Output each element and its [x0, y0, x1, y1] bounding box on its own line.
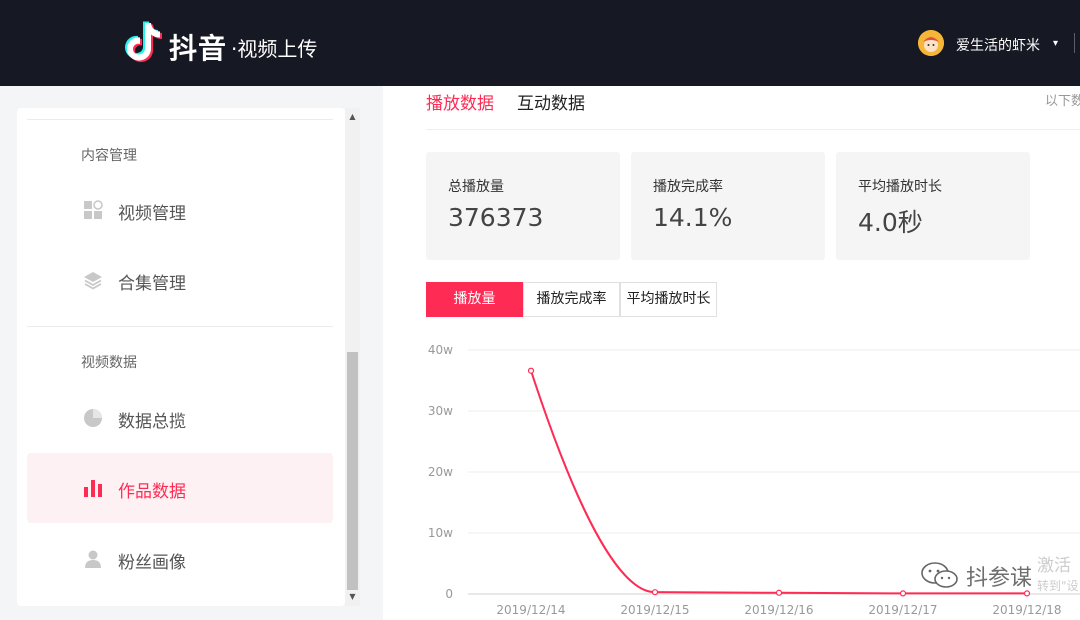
sidebar: 内容管理 视频管理 合集管理 视频数据 数据总揽 作品数据 粉丝画像 [17, 108, 345, 606]
sidebar-item-label: 数据总揽 [118, 412, 186, 432]
x-tick-label: 2019/12/16 [744, 603, 813, 617]
tab-divider [426, 129, 1080, 130]
stat-value: 4.0秒 [858, 208, 923, 237]
top-header: 抖音 ·视频上传 爱生活的虾米 ▾ [0, 0, 1080, 86]
stat-card-total-plays: 总播放量 376373 [426, 152, 620, 260]
stat-label: 总播放量 [448, 179, 504, 195]
windows-activate-subtext: 转到"设 [1037, 579, 1079, 593]
sidebar-item-label: 视频管理 [118, 204, 186, 224]
sidebar-item-label: 合集管理 [118, 274, 186, 294]
x-tick-label: 2019/12/14 [496, 603, 565, 617]
segment-avg-play-time[interactable]: 平均播放时长 [620, 282, 717, 317]
sidebar-divider [27, 326, 333, 327]
user-avatar[interactable] [918, 30, 944, 56]
x-tick-label: 2019/12/15 [620, 603, 689, 617]
brand-name: 抖音 [169, 32, 228, 65]
sidebar-item-collection-manage[interactable]: 合集管理 [27, 245, 333, 315]
sidebar-item-works-data[interactable]: 作品数据 [27, 453, 333, 523]
sidebar-item-video-manage[interactable]: 视频管理 [27, 175, 333, 245]
y-tick-label: 0 [445, 587, 453, 601]
stat-label: 平均播放时长 [858, 179, 942, 195]
data-point[interactable] [775, 589, 783, 596]
pie-chart-icon [84, 409, 102, 427]
scroll-up-arrow-icon[interactable]: ▲ [345, 110, 360, 124]
y-tick-label: 10w [428, 526, 453, 540]
brand-subtitle: ·视频上传 [231, 37, 318, 61]
wechat-logo-icon [921, 562, 958, 588]
x-tick-label: 2019/12/18 [992, 603, 1061, 617]
header-divider [1074, 33, 1075, 53]
sidebar-divider [27, 119, 333, 120]
avatar-face-icon [918, 30, 944, 56]
segment-completion-rate[interactable]: 播放完成率 [523, 282, 620, 317]
tab-play-data[interactable]: 播放数据 [426, 89, 494, 114]
y-tick-label: 20w [428, 465, 453, 479]
sidebar-item-label: 粉丝画像 [118, 553, 186, 573]
data-point[interactable] [651, 589, 659, 596]
data-point[interactable] [527, 367, 535, 374]
sidebar-item-label: 作品数据 [118, 482, 186, 502]
stat-label: 播放完成率 [653, 179, 723, 195]
sidebar-section-content: 内容管理 [81, 148, 137, 164]
sidebar-item-fan-profile[interactable]: 粉丝画像 [27, 524, 333, 594]
windows-activate-text: 激活 [1037, 556, 1071, 576]
data-point[interactable] [899, 590, 907, 597]
stat-card-completion-rate: 播放完成率 14.1% [631, 152, 825, 260]
tab-interaction-data[interactable]: 互动数据 [517, 89, 585, 114]
segment-plays[interactable]: 播放量 [426, 282, 523, 317]
grid-icon [84, 200, 103, 219]
stat-value: 376373 [448, 203, 544, 232]
main-panel: 播放数据 互动数据 以下数 总播放量 376373 播放完成率 14.1% 平均… [383, 86, 1080, 620]
watermark-text: 抖参谋 [966, 566, 1033, 591]
user-icon [85, 550, 101, 568]
tiktok-logo-icon[interactable] [124, 21, 164, 65]
sidebar-item-data-overview[interactable]: 数据总揽 [27, 383, 333, 453]
y-tick-label: 30w [428, 404, 453, 418]
chevron-down-icon[interactable]: ▾ [1053, 38, 1058, 49]
sidebar-section-video-data: 视频数据 [81, 355, 137, 371]
x-tick-label: 2019/12/17 [868, 603, 937, 617]
y-tick-label: 40w [428, 343, 453, 357]
bar-chart-icon [84, 480, 102, 497]
tab-hint-text: 以下数 [1045, 94, 1080, 109]
layers-icon [84, 272, 102, 290]
stat-value: 14.1% [653, 203, 733, 232]
stat-card-avg-duration: 平均播放时长 4.0秒 [836, 152, 1030, 260]
scroll-down-arrow-icon[interactable]: ▼ [345, 590, 360, 604]
username[interactable]: 爱生活的虾米 [956, 35, 1040, 55]
scrollbar-thumb[interactable] [347, 352, 358, 590]
sidebar-scrollbar[interactable]: ▲ ▼ [345, 108, 360, 606]
